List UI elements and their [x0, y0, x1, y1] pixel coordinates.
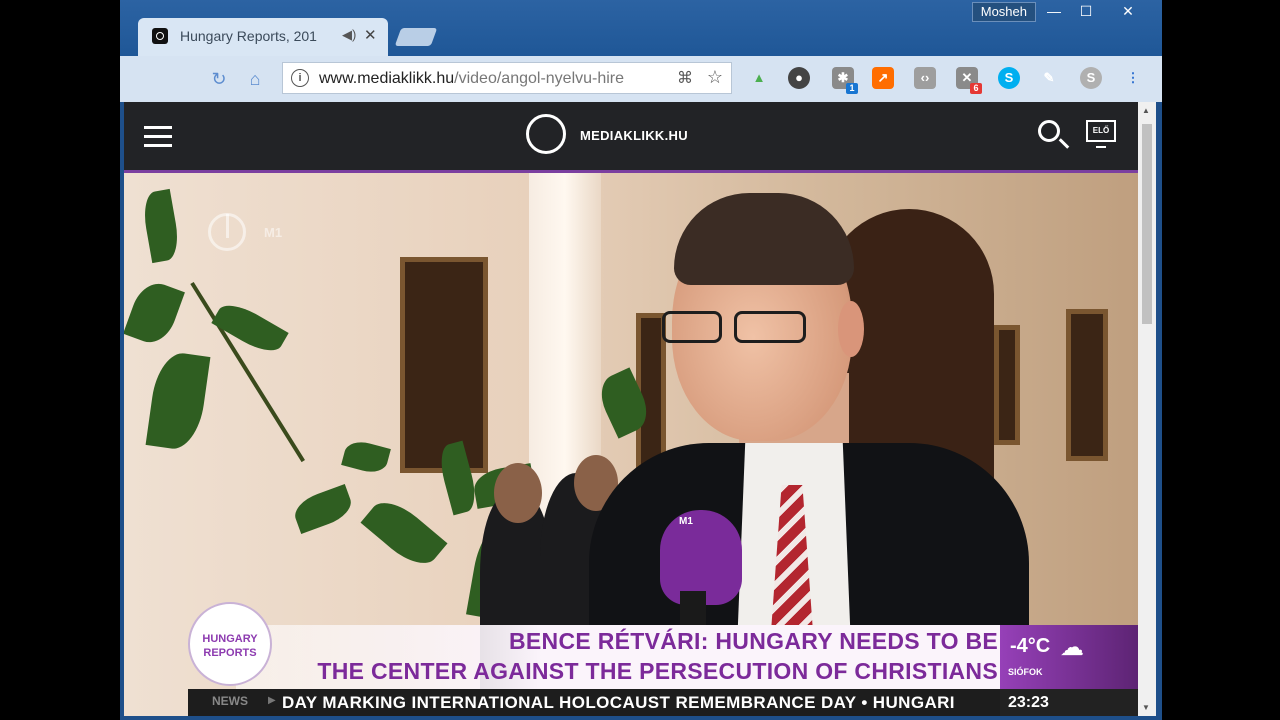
speaker-icon[interactable]: ◀)	[342, 27, 356, 43]
plant-leaf	[360, 491, 448, 575]
speaker-glasses	[662, 311, 832, 351]
url-text[interactable]: www.mediaklikk.hu/video/angol-nyelvu-hir…	[319, 70, 669, 88]
code-extension-icon[interactable]: ‹›	[914, 67, 936, 89]
site-favicon-icon	[152, 28, 168, 44]
hamburger-menu-icon[interactable]	[144, 126, 172, 153]
wall-painting	[1066, 309, 1108, 461]
scrollbar-thumb[interactable]	[1142, 124, 1152, 324]
close-window-button[interactable]: ✕	[1112, 0, 1144, 22]
skype-grey-extension-icon[interactable]: S	[1080, 67, 1102, 89]
skype-extension-icon[interactable]: S	[998, 67, 1020, 89]
tab-title: Hungary Reports, 201	[180, 28, 317, 44]
broadcast-clock: 23:23	[1000, 689, 1138, 716]
scroll-up-arrow-icon[interactable]: ▲	[1142, 106, 1150, 115]
microphone-logo: M1	[679, 516, 693, 527]
vertical-scrollbar[interactable]: ▲ ▼	[1138, 102, 1156, 716]
hungary-reports-badge: HUNGARY REPORTS	[188, 602, 272, 686]
tab-hungary-reports[interactable]: Hungary Reports, 201 ◀) ✕	[138, 18, 388, 56]
plant-leaf	[145, 349, 211, 453]
plant-leaf	[290, 484, 356, 534]
brush-extension-icon[interactable]: ✎	[1038, 67, 1060, 89]
ticker-arrow-icon: ▶	[268, 695, 276, 706]
badge-line-1: HUNGARY	[202, 633, 258, 645]
weather-temperature: -4°C	[1010, 635, 1051, 657]
weather-location: SIÓFOK	[1008, 667, 1043, 677]
plant-leaf	[124, 277, 185, 349]
channel-watermark-text: M1	[264, 225, 283, 240]
headline-line-2: THE CENTER AGAINST THE PERSECUTION OF CH…	[317, 658, 998, 684]
speaker-hair	[674, 193, 854, 285]
trend-extension-icon[interactable]: ↗	[872, 67, 894, 89]
cloud-icon: ☁	[1060, 634, 1084, 661]
wall-painting	[994, 325, 1020, 445]
address-bar[interactable]: i www.mediaklikk.hu/video/angol-nyelvu-h…	[282, 62, 732, 94]
lower-third: BENCE RÉTVÁRI: HUNGARY NEEDS TO BE THE C…	[124, 602, 1138, 716]
channel-watermark-icon	[208, 213, 246, 251]
search-icon[interactable]	[1038, 120, 1060, 142]
ticker-label: NEWS	[212, 694, 248, 708]
reload-icon[interactable]: ↻	[208, 68, 230, 90]
weather-box: -4°C ☁ SIÓFOK	[1000, 625, 1138, 689]
plant-leaf	[140, 188, 182, 264]
puzzle-extension-icon[interactable]: ✱ 1	[832, 67, 858, 94]
url-domain: www.mediaklikk.hu	[319, 70, 455, 87]
profile-button[interactable]: Mosheh	[971, 2, 1036, 22]
gear-extension-icon[interactable]: ✕ 6	[956, 67, 982, 94]
toolbar: ↻ ⌂ i www.mediaklikk.hu/video/angol-nyel…	[120, 56, 1162, 102]
headline-line-1: BENCE RÉTVÁRI: HUNGARY NEEDS TO BE	[509, 628, 998, 654]
live-tv-icon[interactable]: ELŐ	[1086, 120, 1116, 148]
extension-badge: 1	[846, 83, 858, 94]
plant-leaf	[341, 437, 391, 477]
minimize-button[interactable]: —	[1038, 0, 1070, 22]
page-content: MEDIAKLIKK.HU ELŐ M1 M1 BENCE RÉTVÁRI: H…	[124, 102, 1138, 716]
info-icon[interactable]: i	[291, 69, 309, 87]
site-logo-text[interactable]: MEDIAKLIKK.HU	[580, 128, 688, 143]
browser-window: Mosheh — ☐ ✕ Hungary Reports, 201 ◀) ✕ ↻…	[120, 0, 1162, 720]
video-player[interactable]: M1 M1 BENCE RÉTVÁRI: HUNGARY NEEDS TO BE…	[124, 173, 1138, 716]
chart-extension-icon[interactable]: ▲	[748, 67, 770, 89]
menu-extension-icon[interactable]: ⋮	[1122, 67, 1144, 89]
tab-close-icon[interactable]: ✕	[364, 26, 377, 44]
logo-ring-icon[interactable]	[526, 114, 566, 154]
chat-extension-icon[interactable]: ●	[788, 67, 810, 89]
wall-painting	[400, 257, 488, 473]
speaker-ear	[838, 301, 864, 357]
home-icon[interactable]: ⌂	[244, 68, 266, 90]
plant-leaf	[211, 297, 289, 359]
background-person-head	[494, 463, 542, 523]
badge-line-2: REPORTS	[203, 647, 257, 659]
site-header: MEDIAKLIKK.HU ELŐ	[124, 102, 1138, 173]
ticker-text: DAY MARKING INTERNATIONAL HOLOCAUST REME…	[282, 693, 955, 712]
url-path: /video/angol-nyelvu-hire	[454, 70, 625, 87]
translate-icon[interactable]: ⌘	[677, 68, 693, 88]
news-ticker: NEWS ▶ DAY MARKING INTERNATIONAL HOLOCAU…	[188, 689, 1138, 716]
bookmark-star-icon[interactable]: ☆	[707, 67, 723, 88]
title-bar: Mosheh — ☐ ✕ Hungary Reports, 201 ◀) ✕	[120, 0, 1162, 56]
new-tab-button[interactable]	[394, 28, 438, 46]
maximize-button[interactable]: ☐	[1070, 0, 1102, 22]
extension-badge: 6	[970, 83, 982, 94]
scroll-down-arrow-icon[interactable]: ▼	[1142, 703, 1150, 712]
